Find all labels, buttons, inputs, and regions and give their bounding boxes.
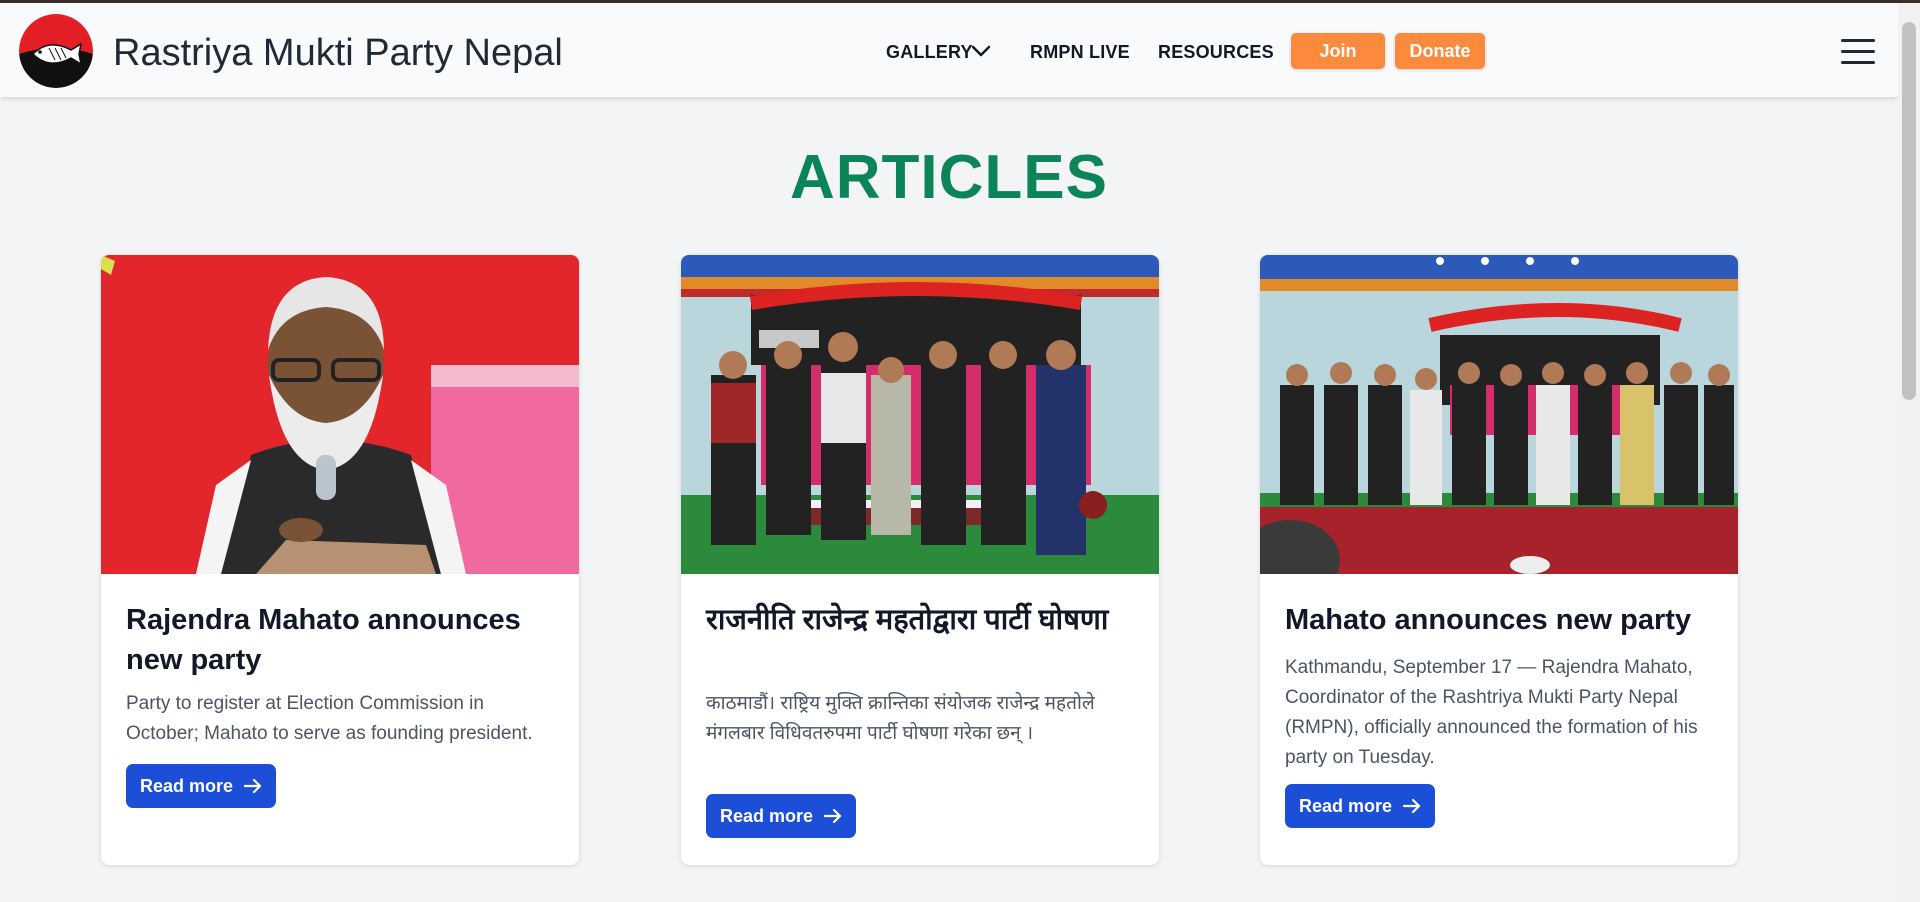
article-title[interactable]: Mahato announces new party (1285, 600, 1715, 640)
site-header: Rastriya Mukti Party Nepal GALLERY RMPN … (0, 3, 1898, 97)
read-more-label: Read more (1299, 796, 1393, 816)
fish-logo-icon[interactable] (19, 14, 93, 88)
read-more-button[interactable]: Read more (1285, 784, 1436, 828)
site-title[interactable]: Rastriya Mukti Party Nepal (113, 30, 563, 76)
arrow-right-icon (824, 808, 842, 823)
article-image[interactable] (1260, 255, 1738, 574)
article-card: Rajendra Mahato announces new party Part… (101, 255, 579, 865)
article-title[interactable]: Rajendra Mahato announces new party (126, 600, 556, 680)
chevron-down-icon[interactable] (970, 44, 992, 58)
article-image[interactable] (681, 255, 1159, 574)
join-button[interactable]: Join (1291, 33, 1385, 69)
nav-rmpn-live[interactable]: RMPN LIVE (1030, 41, 1130, 63)
article-summary: काठमाडौं। राष्ट्रिय मुक्ति क्रान्तिका सं… (706, 693, 1095, 744)
scrollbar-thumb[interactable] (1902, 22, 1916, 400)
section-title: ARTICLES (790, 143, 1108, 212)
article-image[interactable] (101, 255, 579, 574)
article-card: Mahato announces new party Kathmandu, Se… (1260, 255, 1738, 865)
arrow-right-icon (1403, 798, 1421, 813)
nav-gallery[interactable]: GALLERY (886, 41, 973, 63)
read-more-label: Read more (720, 806, 814, 826)
article-summary: Party to register at Election Commission… (126, 693, 533, 744)
hamburger-menu-icon[interactable] (1841, 39, 1875, 67)
article-summary: Kathmandu, September 17 — Rajendra Mahat… (1285, 657, 1698, 768)
read-more-button[interactable]: Read more (706, 794, 857, 838)
arrow-right-icon (244, 778, 262, 793)
read-more-button[interactable]: Read more (126, 764, 277, 808)
article-card: राजनीति राजेन्द्र महतोद्वारा पार्टी घोषण… (681, 255, 1159, 865)
nav-resources[interactable]: RESOURCES (1158, 41, 1274, 63)
donate-button[interactable]: Donate (1395, 33, 1485, 69)
article-title[interactable]: राजनीति राजेन्द्र महतोद्वारा पार्टी घोषण… (706, 600, 1136, 640)
read-more-label: Read more (140, 776, 234, 796)
